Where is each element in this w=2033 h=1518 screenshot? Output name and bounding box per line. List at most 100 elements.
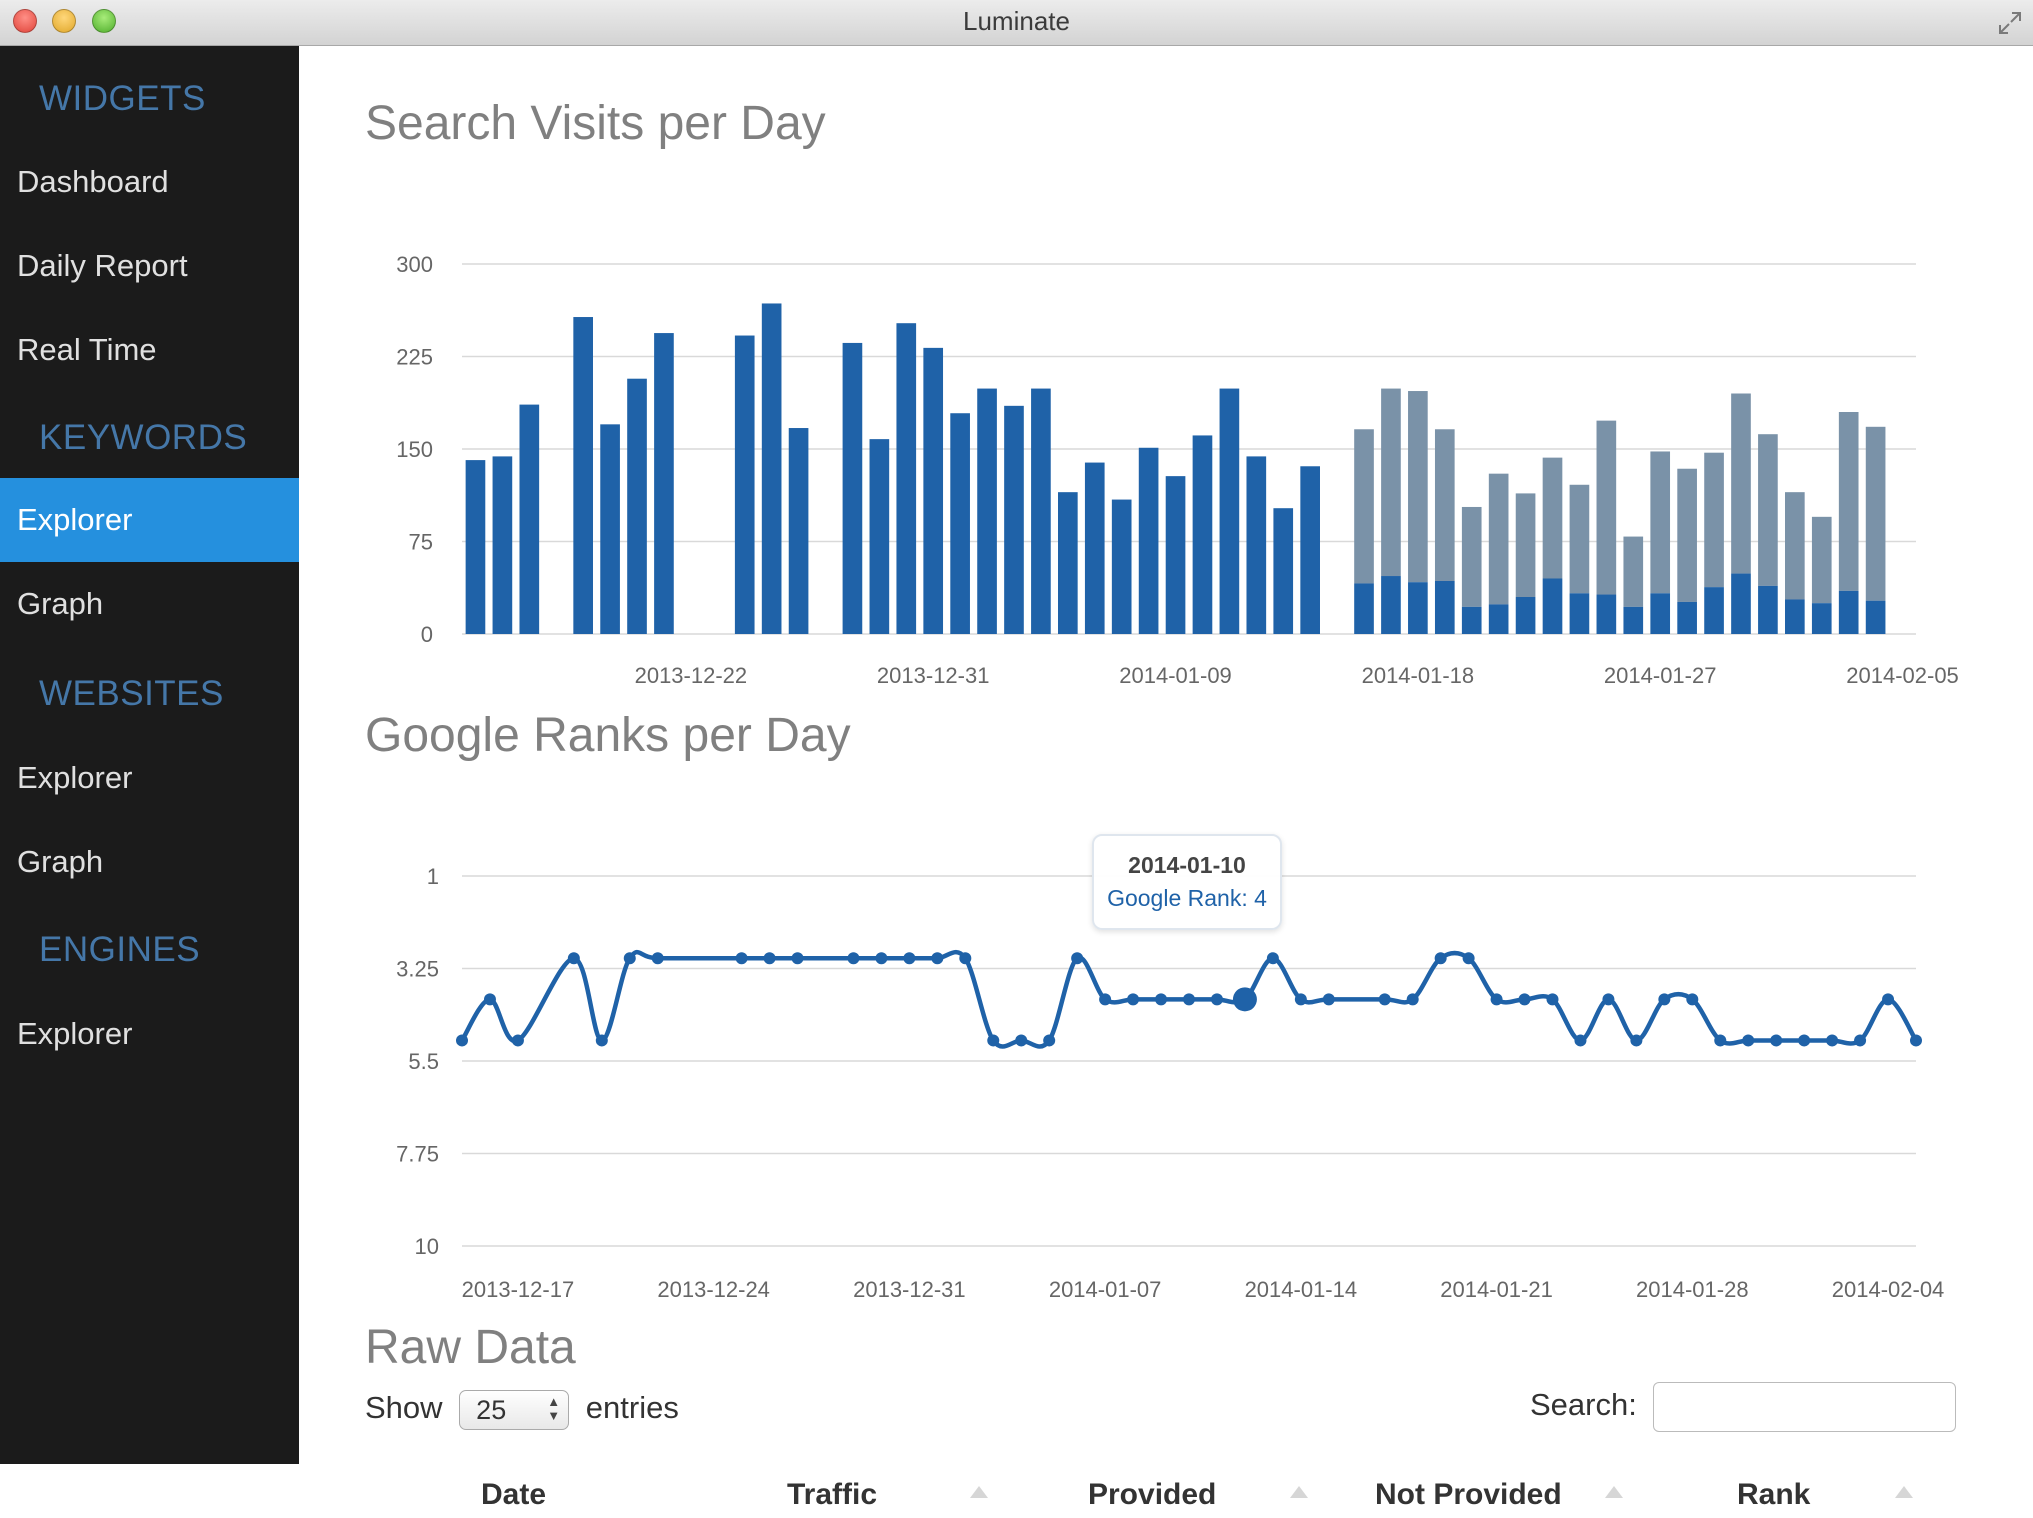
bar-not-provided[interactable] <box>1865 426 1886 601</box>
bar-not-provided[interactable] <box>1758 434 1778 586</box>
sidebar-item-websites-explorer[interactable]: Explorer <box>0 736 299 820</box>
rank-point[interactable] <box>483 993 496 1006</box>
rank-point[interactable] <box>1155 993 1168 1006</box>
rank-point[interactable] <box>875 952 888 965</box>
bar-provided[interactable] <box>1704 587 1724 634</box>
sidebar-item-keywords-graph[interactable]: Graph <box>0 562 299 646</box>
bar-provided[interactable] <box>600 424 620 634</box>
rank-point[interactable] <box>623 952 636 965</box>
bar-not-provided[interactable] <box>1596 420 1617 595</box>
rank-point[interactable] <box>931 952 944 965</box>
bar-provided[interactable] <box>1138 447 1159 634</box>
column-header-provided[interactable]: Provided <box>1088 1478 1216 1512</box>
rank-point[interactable] <box>1910 1034 1922 1047</box>
rank-point[interactable] <box>1574 1034 1587 1047</box>
sidebar-item-daily-report[interactable]: Daily Report <box>0 224 299 308</box>
bar-provided[interactable] <box>1515 597 1536 634</box>
rank-point[interactable] <box>1686 993 1699 1006</box>
bar-not-provided[interactable] <box>1623 536 1644 607</box>
bar-provided[interactable] <box>869 439 890 634</box>
bar-provided[interactable] <box>923 347 944 634</box>
rank-point[interactable] <box>847 952 860 965</box>
bar-provided[interactable] <box>1300 466 1320 634</box>
bar-not-provided[interactable] <box>1434 429 1455 581</box>
sort-rank-icon[interactable] <box>1895 1486 1913 1498</box>
bar-provided[interactable] <box>1542 578 1563 635</box>
bar-provided[interactable] <box>1569 593 1590 634</box>
bar-provided[interactable] <box>1031 388 1051 634</box>
bar-provided[interactable] <box>1058 492 1078 634</box>
rank-point[interactable] <box>1714 1034 1727 1047</box>
bar-not-provided[interactable] <box>1677 468 1697 602</box>
rank-point[interactable] <box>1127 993 1140 1006</box>
bar-provided[interactable] <box>492 456 513 634</box>
rank-point[interactable] <box>1043 1034 1056 1047</box>
rank-point[interactable] <box>1546 993 1559 1006</box>
bar-provided[interactable] <box>1381 576 1401 634</box>
bar-provided[interactable] <box>519 404 540 634</box>
bar-provided[interactable] <box>1811 603 1832 634</box>
bar-not-provided[interactable] <box>1461 506 1482 607</box>
bar-provided[interactable] <box>1677 601 1697 634</box>
bar-provided[interactable] <box>1004 405 1024 634</box>
bar-provided[interactable] <box>734 335 755 634</box>
rank-point[interactable] <box>1099 993 1112 1006</box>
rank-point[interactable] <box>1071 952 1084 965</box>
bar-not-provided[interactable] <box>1811 516 1832 604</box>
bar-provided[interactable] <box>1111 499 1132 634</box>
bar-provided[interactable] <box>1623 606 1644 634</box>
bar-provided[interactable] <box>1192 435 1213 634</box>
search-input[interactable] <box>1653 1382 1957 1432</box>
bar-provided[interactable] <box>977 388 997 634</box>
bar-provided[interactable] <box>842 342 863 634</box>
bar-provided[interactable] <box>1758 585 1778 634</box>
rank-point[interactable] <box>511 1034 524 1047</box>
rank-point[interactable] <box>1294 993 1307 1006</box>
sidebar-item-engines-explorer[interactable]: Explorer <box>0 992 299 1076</box>
page-size-select[interactable]: 25 ▲ ▼ <box>459 1390 570 1430</box>
bar-not-provided[interactable] <box>1354 429 1374 584</box>
bar-not-provided[interactable] <box>1408 391 1428 583</box>
bar-provided[interactable] <box>1650 593 1671 634</box>
bar-provided[interactable] <box>1838 590 1859 634</box>
rank-point[interactable] <box>1882 993 1895 1006</box>
rank-point[interactable] <box>1490 993 1503 1006</box>
bar-provided[interactable] <box>1165 476 1186 634</box>
bar-provided[interactable] <box>573 317 593 634</box>
rank-point[interactable] <box>651 952 664 965</box>
bar-provided[interactable] <box>1273 508 1294 634</box>
bar-provided[interactable] <box>950 413 970 634</box>
bar-not-provided[interactable] <box>1650 451 1671 594</box>
rank-point[interactable] <box>456 1034 468 1047</box>
rank-point[interactable] <box>1658 993 1671 1006</box>
rank-point[interactable] <box>1602 993 1615 1006</box>
bar-provided[interactable] <box>1731 573 1751 634</box>
rank-point[interactable] <box>1826 1034 1839 1047</box>
bar-provided[interactable] <box>1084 462 1105 634</box>
bar-provided[interactable] <box>1434 580 1455 634</box>
bar-provided[interactable] <box>1354 583 1374 634</box>
rank-point[interactable] <box>595 1034 608 1047</box>
column-header-traffic[interactable]: Traffic <box>787 1478 877 1512</box>
bar-provided[interactable] <box>896 323 917 634</box>
rank-point[interactable] <box>1462 952 1475 965</box>
sidebar-item-real-time[interactable]: Real Time <box>0 308 299 392</box>
bar-provided[interactable] <box>1596 594 1617 634</box>
bar-provided[interactable] <box>465 460 486 634</box>
bar-provided[interactable] <box>761 303 782 634</box>
bar-provided[interactable] <box>1219 388 1240 634</box>
rank-point[interactable] <box>1266 952 1279 965</box>
rank-point[interactable] <box>987 1034 1000 1047</box>
bar-not-provided[interactable] <box>1381 388 1401 577</box>
rank-point[interactable] <box>1015 1034 1028 1047</box>
rank-point[interactable] <box>567 952 580 965</box>
rank-point[interactable] <box>1854 1034 1867 1047</box>
rank-point[interactable] <box>1434 952 1447 965</box>
rank-point[interactable] <box>1630 1034 1643 1047</box>
bar-provided[interactable] <box>1461 606 1482 634</box>
rank-point[interactable] <box>1798 1034 1811 1047</box>
rank-point[interactable] <box>959 952 972 965</box>
column-header-date[interactable]: Date <box>481 1478 546 1512</box>
bar-provided[interactable] <box>627 378 647 634</box>
rank-point[interactable] <box>1518 993 1531 1006</box>
